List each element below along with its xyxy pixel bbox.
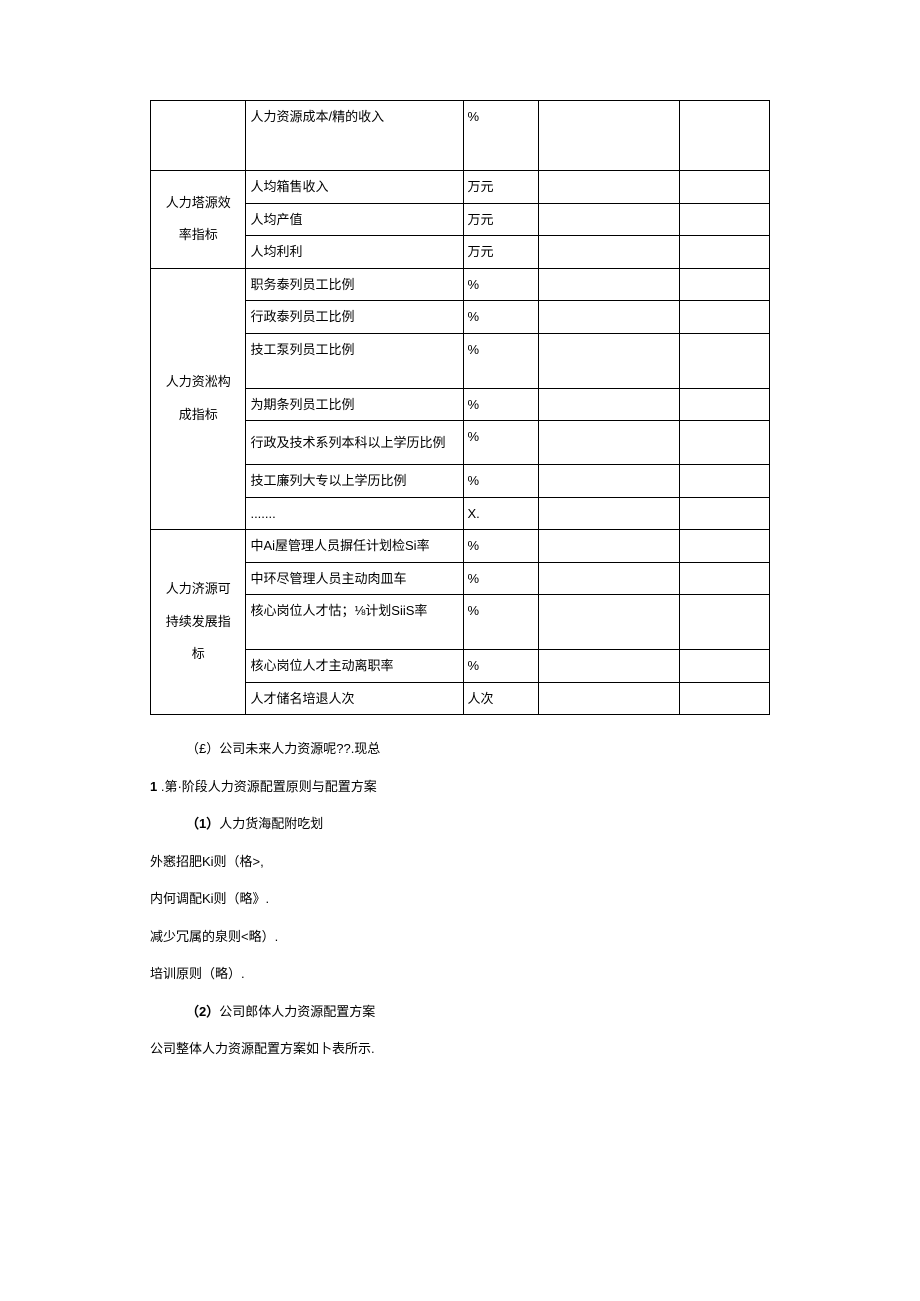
metric-cell: 人均箱售收入 — [246, 171, 463, 204]
text-stage1: .第·阶段人力资源配置原则与配置方案 — [157, 779, 377, 794]
value-cell — [679, 268, 769, 301]
unit-cell: % — [463, 650, 538, 683]
value-cell — [679, 421, 769, 465]
value-cell — [679, 562, 769, 595]
unit-cell: % — [463, 268, 538, 301]
metric-cell: 人均产值 — [246, 203, 463, 236]
para-internal: 内何调配Ki则（略》. — [150, 889, 770, 909]
unit-cell: 万元 — [463, 171, 538, 204]
unit-cell: % — [463, 388, 538, 421]
unit-cell: % — [463, 465, 538, 498]
value-cell — [538, 650, 679, 683]
para-training: 培训原则（略）. — [150, 964, 770, 984]
para-stage1-heading: 1 .第·阶段人力资源配置原则与配置方案 — [150, 777, 770, 797]
metric-cell: 为期条列员工比例 — [246, 388, 463, 421]
unit-cell: X. — [463, 497, 538, 530]
value-cell — [538, 333, 679, 388]
value-cell — [538, 682, 679, 715]
unit-cell: % — [463, 301, 538, 334]
metric-cell: 人才储名培退人次 — [246, 682, 463, 715]
value-cell — [679, 301, 769, 334]
para-external: 外窸招肥Ki则（格>, — [150, 852, 770, 872]
para-overall: 公司整体人力资源配置方案如卜表所示. — [150, 1039, 770, 1059]
value-cell — [679, 333, 769, 388]
para-sub1: （1）人力货海配附吃划 — [150, 814, 770, 834]
metric-cell: 技工泵列员工比例 — [246, 333, 463, 388]
value-cell — [538, 171, 679, 204]
value-cell — [679, 388, 769, 421]
unit-cell: % — [463, 101, 538, 171]
value-cell — [679, 101, 769, 171]
metric-cell: 职务泰列员工比例 — [246, 268, 463, 301]
metric-cell: 技工廉列大专以上学历比例 — [246, 465, 463, 498]
value-cell — [538, 101, 679, 171]
para-sub2: （2）公司郎体人力资源配置方案 — [150, 1002, 770, 1022]
metric-cell: 行政及技术系列本科以上学历比例 — [246, 421, 463, 465]
unit-cell: % — [463, 595, 538, 650]
value-cell — [538, 301, 679, 334]
value-cell — [538, 268, 679, 301]
para-reduce: 减少冗属的泉则<略）. — [150, 927, 770, 947]
unit-cell: % — [463, 333, 538, 388]
text-sub1: 人力货海配附吃划 — [219, 816, 323, 831]
unit-cell: % — [463, 421, 538, 465]
value-cell — [679, 682, 769, 715]
metric-cell: 中环尽管理人员主动肉皿车 — [246, 562, 463, 595]
para-summary: （£）公司未来人力资源呢??.现总 — [150, 739, 770, 759]
value-cell — [538, 595, 679, 650]
metric-cell: ....... — [246, 497, 463, 530]
value-cell — [538, 203, 679, 236]
value-cell — [538, 497, 679, 530]
value-cell — [679, 650, 769, 683]
value-cell — [538, 236, 679, 269]
metric-cell: 人力资源成本/精的收入 — [246, 101, 463, 171]
category-sustainable: 人力济源可 持续发展指 标 — [151, 530, 246, 715]
value-cell — [538, 530, 679, 563]
category-efficiency: 人力塔源效 率指标 — [151, 171, 246, 269]
metrics-table: 人力资源成本/精的收入 % 人力塔源效 率指标 人均箱售收入 万元 人均产值 万… — [150, 100, 770, 715]
value-cell — [538, 388, 679, 421]
value-cell — [679, 595, 769, 650]
category-structure: 人力资淞构 成指标 — [151, 268, 246, 530]
unit-cell: 万元 — [463, 203, 538, 236]
unit-cell: 万元 — [463, 236, 538, 269]
category-blank — [151, 101, 246, 171]
metric-cell: 行政泰列员工比例 — [246, 301, 463, 334]
metric-cell: 人均利利 — [246, 236, 463, 269]
num-sub1: （1） — [186, 816, 219, 831]
value-cell — [679, 171, 769, 204]
unit-cell: % — [463, 562, 538, 595]
text-sub2: 公司郎体人力资源配置方案 — [219, 1004, 375, 1019]
metric-cell: 核心岗位人才主动离职率 — [246, 650, 463, 683]
value-cell — [679, 465, 769, 498]
unit-cell: % — [463, 530, 538, 563]
value-cell — [538, 421, 679, 465]
value-cell — [679, 203, 769, 236]
num-sub2: （2） — [186, 1004, 219, 1019]
value-cell — [538, 465, 679, 498]
value-cell — [679, 236, 769, 269]
metric-cell: 核心岗位人才怙；⅛计划SiiS率 — [246, 595, 463, 650]
unit-cell: 人次 — [463, 682, 538, 715]
value-cell — [679, 530, 769, 563]
value-cell — [538, 562, 679, 595]
metric-cell: 中Ai屋管理人员摒任计划检Si率 — [246, 530, 463, 563]
value-cell — [679, 497, 769, 530]
